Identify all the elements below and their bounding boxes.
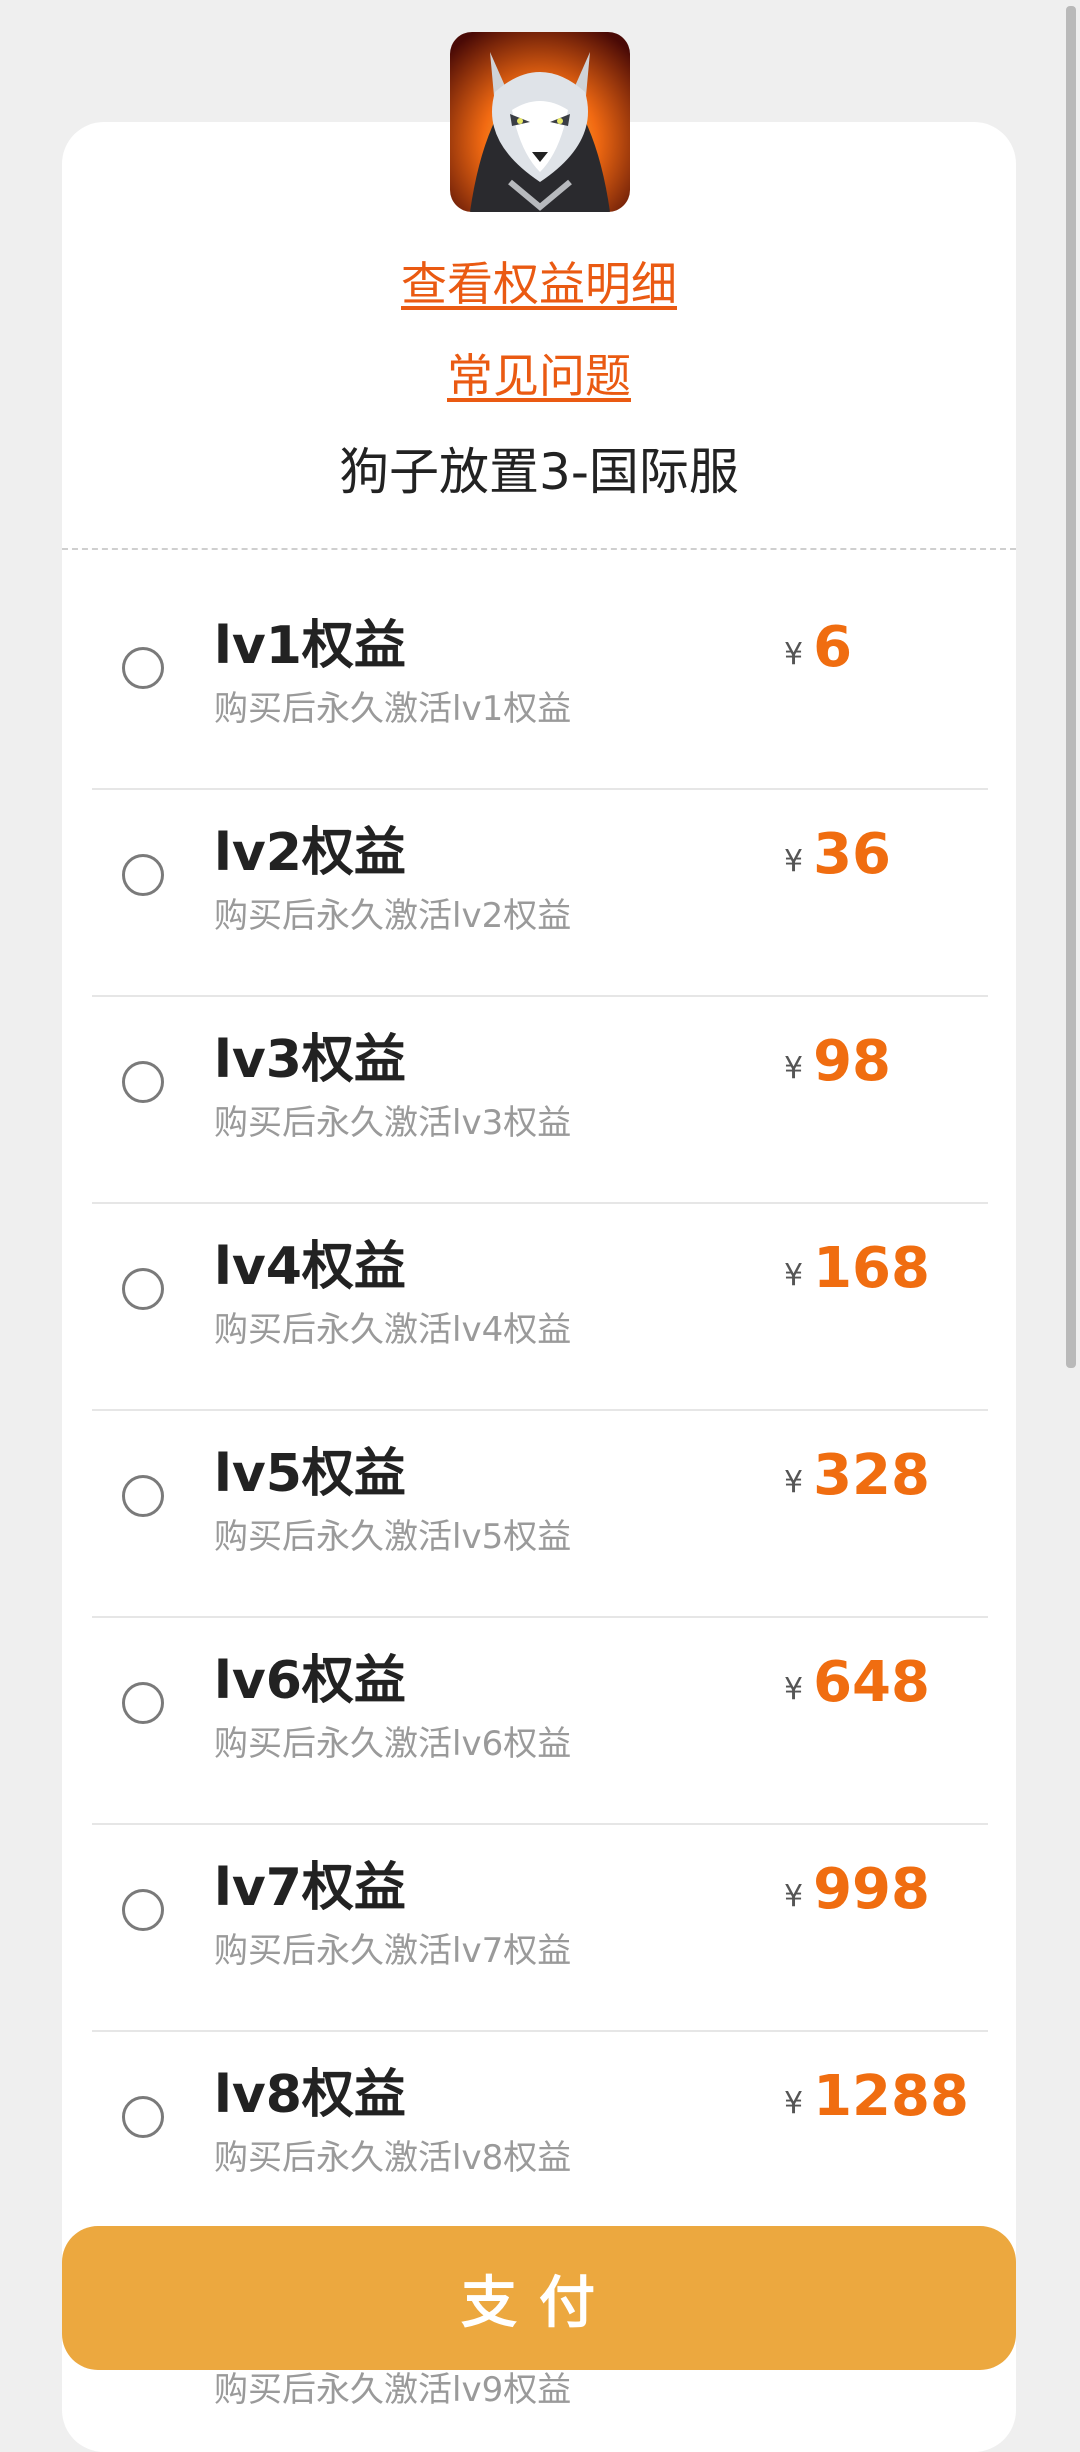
option-description: 购买后永久激活lv8权益 — [214, 2138, 572, 2178]
option-price: ¥168 — [784, 1236, 930, 1301]
price-amount: 1288 — [813, 2064, 969, 2129]
option-title: lv6权益 — [214, 1651, 406, 1711]
currency-symbol: ¥ — [784, 1051, 804, 1086]
option-title: lv8权益 — [214, 2065, 406, 2125]
option-title: lv5权益 — [214, 1444, 406, 1504]
currency-symbol: ¥ — [784, 1672, 804, 1707]
option-description: 购买后永久激活lv7权益 — [214, 1931, 572, 1971]
benefit-option-lv8[interactable]: lv8权益 购买后永久激活lv8权益 ¥1288 — [92, 2030, 988, 2237]
currency-symbol: ¥ — [784, 1879, 804, 1914]
option-price: ¥998 — [784, 1857, 930, 1922]
option-price: ¥98 — [784, 1029, 891, 1094]
option-description: 购买后永久激活lv6权益 — [214, 1724, 572, 1764]
option-description: 购买后永久激活lv1权益 — [214, 689, 572, 729]
price-amount: 6 — [813, 615, 853, 680]
dashed-divider — [62, 548, 1016, 550]
option-title: lv1权益 — [214, 616, 406, 676]
price-amount: 328 — [813, 1443, 930, 1508]
currency-symbol: ¥ — [784, 1258, 804, 1293]
benefit-option-lv6[interactable]: lv6权益 购买后永久激活lv6权益 ¥648 — [92, 1616, 988, 1825]
option-price: ¥1288 — [784, 2064, 969, 2129]
option-description: 购买后永久激活lv4权益 — [214, 1310, 572, 1350]
scrollbar[interactable] — [1066, 6, 1076, 1368]
option-price: ¥648 — [784, 1650, 930, 1715]
currency-symbol: ¥ — [784, 2086, 804, 2121]
option-description: 购买后永久激活lv2权益 — [214, 896, 572, 936]
radio-button[interactable] — [122, 1682, 164, 1724]
benefit-option-lv7[interactable]: lv7权益 购买后永久激活lv7权益 ¥998 — [92, 1823, 988, 2032]
price-amount: 998 — [813, 1857, 930, 1922]
radio-button[interactable] — [122, 854, 164, 896]
option-description: 购买后永久激活lv5权益 — [214, 1517, 572, 1557]
benefit-option-lv5[interactable]: lv5权益 购买后永久激活lv5权益 ¥328 — [92, 1409, 988, 1618]
option-price: ¥36 — [784, 822, 891, 887]
radio-button[interactable] — [122, 1061, 164, 1103]
option-title: lv4权益 — [214, 1237, 406, 1297]
option-description: 购买后永久激活lv3权益 — [214, 1103, 572, 1143]
view-benefits-detail-link[interactable]: 查看权益明细 — [62, 248, 1016, 314]
price-amount: 648 — [813, 1650, 930, 1715]
price-amount: 98 — [813, 1029, 892, 1094]
option-title: lv7权益 — [214, 1858, 406, 1918]
benefit-option-lv3[interactable]: lv3权益 购买后永久激活lv3权益 ¥98 — [92, 995, 988, 1204]
radio-button[interactable] — [122, 1268, 164, 1310]
currency-symbol: ¥ — [784, 1465, 804, 1500]
option-title: lv2权益 — [214, 823, 406, 883]
radio-button[interactable] — [122, 647, 164, 689]
benefit-option-lv2[interactable]: lv2权益 购买后永久激活lv2权益 ¥36 — [92, 788, 988, 997]
option-price: ¥6 — [784, 615, 852, 680]
faq-link[interactable]: 常见问题 — [62, 340, 1016, 406]
radio-button[interactable] — [122, 1889, 164, 1931]
option-price: ¥328 — [784, 1443, 930, 1508]
radio-button[interactable] — [122, 2096, 164, 2138]
currency-symbol: ¥ — [784, 637, 804, 672]
benefit-option-lv4[interactable]: lv4权益 购买后永久激活lv4权益 ¥168 — [92, 1202, 988, 1411]
option-title: lv3权益 — [214, 1030, 406, 1090]
benefit-option-lv1[interactable]: lv1权益 购买后永久激活lv1权益 ¥6 — [92, 581, 988, 790]
game-title: 狗子放置3-国际服 — [339, 443, 739, 501]
price-amount: 36 — [813, 822, 892, 887]
currency-symbol: ¥ — [784, 844, 804, 879]
wolf-avatar-icon — [450, 32, 630, 212]
pay-button[interactable]: 支付 — [62, 2226, 1016, 2370]
radio-button[interactable] — [122, 1475, 164, 1517]
price-amount: 168 — [813, 1236, 930, 1301]
